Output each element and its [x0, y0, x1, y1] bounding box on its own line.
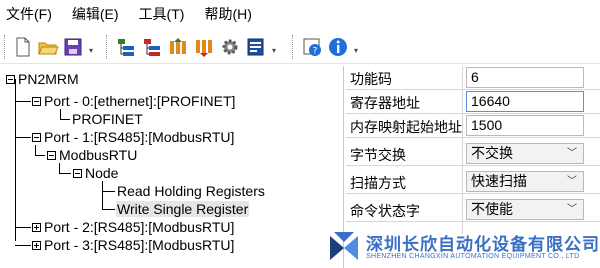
tree-port-2[interactable]: Port - 2:[RS485]:[ModbusRTU]	[30, 218, 235, 236]
scan-mode-label: 扫描方式	[350, 175, 406, 191]
toolbar-dropdown-3-icon[interactable]: ▾	[354, 46, 358, 55]
tree-node[interactable]: Node	[71, 164, 119, 182]
toolbar: ▾ ▾ ? ▾	[0, 30, 600, 64]
tree-modbusrtu[interactable]: ModbusRTU	[45, 146, 138, 164]
toolbar-grip[interactable]	[4, 35, 7, 59]
memory-map-label: 内存映射起始地址	[350, 119, 462, 135]
tree-port-3[interactable]: Port - 3:[RS485]:[ModbusRTU]	[30, 236, 235, 254]
tree-write-single-register[interactable]: Write Single Register	[116, 200, 250, 218]
toolbar-dropdown-2-icon[interactable]: ▾	[272, 46, 276, 55]
tree-write-single-label: Write Single Register	[116, 201, 250, 217]
tree-root-label: PN2MRM	[18, 71, 79, 87]
collapse-icon[interactable]	[32, 133, 41, 142]
tree-modbusrtu-label: ModbusRTU	[59, 147, 138, 163]
register-address-label: 寄存器地址	[350, 95, 420, 111]
tree-port-2-label: Port - 2:[RS485]:[ModbusRTU]	[44, 219, 235, 235]
menu-tools[interactable]: 工具(T)	[139, 4, 185, 24]
tree-node-label: Node	[85, 165, 119, 181]
memory-map-field[interactable]: 1500	[466, 115, 584, 136]
menu-help[interactable]: 帮助(H)	[204, 4, 251, 24]
download-config-icon[interactable]	[193, 36, 215, 58]
command-status-value: 不使能	[471, 201, 513, 217]
function-code-label: 功能码	[350, 71, 392, 87]
chevron-down-icon: ﹀	[567, 176, 577, 187]
delete-device-icon[interactable]	[141, 36, 163, 58]
tree-profinet-label: PROFINET	[72, 111, 143, 127]
prop-row-scan-mode: 扫描方式 快速扫描 ﹀	[346, 170, 600, 194]
tree-port-0-label: Port - 0:[ethernet]:[PROFINET]	[44, 93, 236, 109]
tree-port-1-label: Port - 1:[RS485]:[ModbusRTU]	[44, 129, 235, 145]
prop-row-memory-map: 内存映射起始地址 1500	[346, 114, 600, 138]
prop-row-function-code: 功能码 6	[346, 66, 600, 90]
tree-read-holding-label: Read Holding Registers	[117, 183, 265, 199]
scan-mode-select[interactable]: 快速扫描 ﹀	[466, 171, 584, 192]
company-logo-icon	[326, 228, 362, 264]
prop-row-command-status: 命令状态字 不使能 ﹀	[346, 198, 600, 222]
company-watermark: 深圳长欣自动化设备有限公司 SHENZHEN CHANGXIN AUTOMATI…	[318, 226, 600, 268]
byte-swap-label: 字节交换	[350, 147, 406, 163]
toolbar-grip-2[interactable]	[106, 35, 109, 59]
collapse-icon[interactable]	[73, 169, 82, 178]
save-icon[interactable]	[62, 36, 84, 58]
command-status-select[interactable]: 不使能 ﹀	[466, 199, 584, 220]
tree-port-0[interactable]: Port - 0:[ethernet]:[PROFINET]	[30, 92, 236, 110]
tree-root[interactable]: PN2MRM	[4, 70, 80, 88]
config-help-icon[interactable]: ?	[301, 36, 323, 58]
collapse-icon[interactable]	[6, 75, 15, 84]
tree-read-holding-registers[interactable]: Read Holding Registers	[116, 182, 266, 200]
menu-file[interactable]: 文件(F)	[6, 4, 52, 24]
command-status-label: 命令状态字	[350, 203, 420, 219]
prop-row-byte-swap: 字节交换 不交换 ﹀	[346, 142, 600, 166]
collapse-icon[interactable]	[32, 97, 41, 106]
function-code-field[interactable]: 6	[466, 67, 584, 88]
toolbar-grip-3[interactable]	[292, 35, 295, 59]
info-icon[interactable]	[327, 36, 349, 58]
tree-port-3-label: Port - 3:[RS485]:[ModbusRTU]	[44, 237, 235, 253]
tree-port-1[interactable]: Port - 1:[RS485]:[ModbusRTU]	[30, 128, 235, 146]
menu-bar: 文件(F) 编辑(E) 工具(T) 帮助(H)	[0, 0, 600, 28]
register-address-field[interactable]: 16640	[466, 91, 584, 112]
menu-edit[interactable]: 编辑(E)	[72, 4, 119, 24]
upload-config-icon[interactable]	[167, 36, 189, 58]
settings-gear-icon[interactable]	[219, 36, 241, 58]
prop-row-register-address: 寄存器地址 16640	[346, 90, 600, 114]
open-folder-icon[interactable]	[37, 36, 59, 58]
toolbar-dropdown-1-icon[interactable]: ▾	[89, 46, 93, 55]
byte-swap-select[interactable]: 不交换 ﹀	[466, 143, 584, 164]
add-device-icon[interactable]	[115, 36, 137, 58]
byte-swap-value: 不交换	[471, 145, 513, 161]
scan-mode-value: 快速扫描	[471, 173, 527, 189]
chevron-down-icon: ﹀	[567, 148, 577, 159]
expand-icon[interactable]	[32, 223, 41, 232]
company-name-en: SHENZHEN CHANGXIN AUTOMATION EQUIPMENT C…	[366, 253, 580, 260]
export-icon[interactable]	[245, 36, 267, 58]
device-tree: PN2MRM Port - 0:[ethernet]:[PROFINET] PR…	[0, 66, 344, 268]
expand-icon[interactable]	[32, 241, 41, 250]
collapse-icon[interactable]	[47, 151, 56, 160]
new-file-icon[interactable]	[12, 36, 34, 58]
svg-text:?: ?	[313, 47, 318, 57]
tree-profinet[interactable]: PROFINET	[71, 110, 144, 128]
company-name-cn: 深圳长欣自动化设备有限公司	[366, 235, 600, 254]
chevron-down-icon: ﹀	[567, 204, 577, 215]
